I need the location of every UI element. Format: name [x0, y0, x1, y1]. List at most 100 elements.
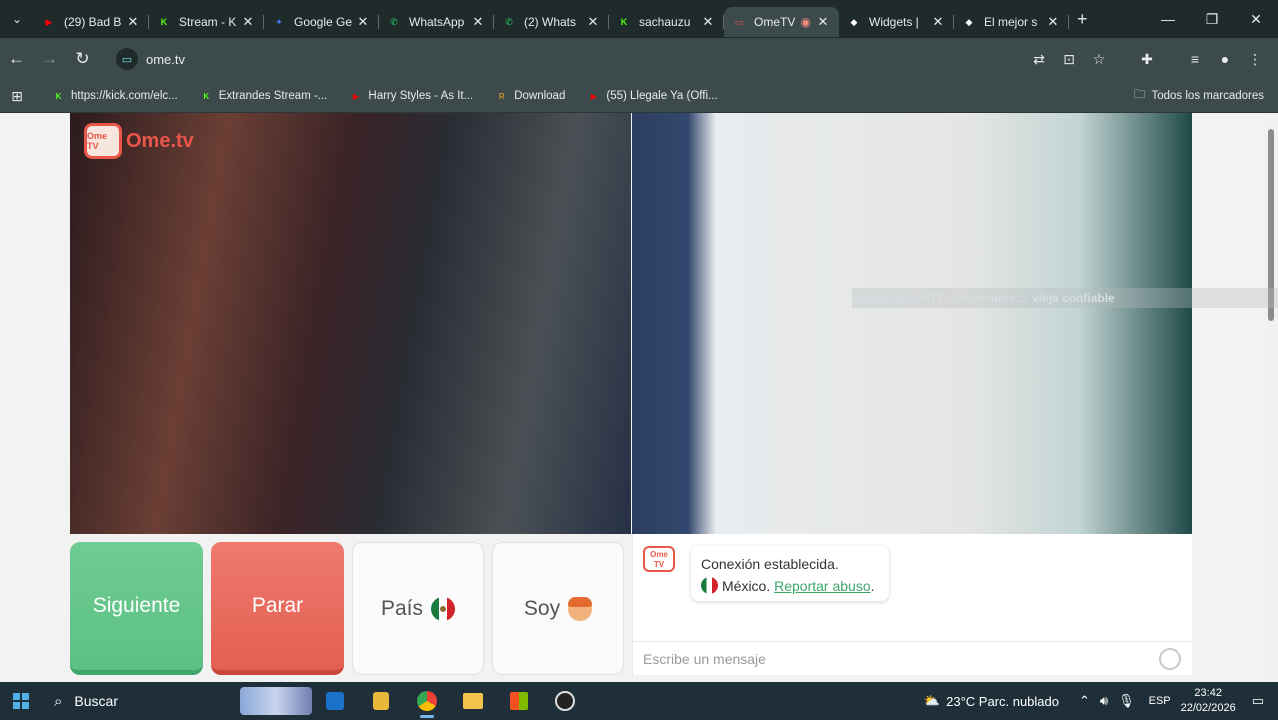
browser-tab[interactable]: ✦ Google Ge ✕	[264, 7, 379, 37]
report-abuse-link[interactable]: Reportar abuso	[774, 578, 871, 594]
obs-icon[interactable]	[542, 682, 588, 720]
bookmark-item[interactable]: R Download	[495, 90, 566, 103]
close-window-button[interactable]: ✕	[1234, 0, 1278, 38]
emoji-icon[interactable]	[1159, 648, 1181, 670]
browser-tab[interactable]: ◆ El mejor s ✕	[954, 7, 1069, 37]
chevron-up-icon[interactable]: ⌃	[1079, 693, 1090, 709]
mexico-flag-icon	[701, 577, 718, 594]
gender-button[interactable]: Soy	[492, 542, 624, 675]
volume-icon[interactable]: 🔊︎	[1100, 693, 1108, 709]
language-indicator[interactable]: ESP	[1149, 695, 1171, 707]
clock[interactable]: 23:42 22/02/2026	[1181, 686, 1236, 716]
bookmark-item[interactable]: K Extrandes Stream -...	[200, 90, 328, 103]
partner-country: México. Reportar abuso.	[701, 575, 879, 597]
bookmarks-list: Khttps://kick.com/elc... K Extrandes Strea…	[52, 90, 740, 103]
next-button[interactable]: Siguiente	[70, 542, 203, 675]
minimize-button[interactable]: —	[1146, 0, 1190, 38]
close-tab-icon[interactable]: ✕	[125, 14, 141, 30]
bookmark-item[interactable]: ▶ (55) Llegale Ya (Offi...	[587, 90, 718, 103]
new-tab-button[interactable]: +	[1077, 9, 1088, 30]
bookmark-label: Download	[514, 90, 566, 102]
close-tab-icon[interactable]: ✕	[240, 14, 256, 30]
outlook-icon[interactable]	[312, 682, 358, 720]
close-tab-icon[interactable]: ✕	[815, 14, 831, 30]
chat-panel: Ome TV Conexión establecida. México. Repo…	[632, 534, 1193, 675]
browser-tab[interactable]: ▭ OmeTV ◉ ✕	[724, 7, 839, 37]
bookmark-item[interactable]: ▶ Harry Styles - As It...	[349, 90, 473, 103]
taskbar-search[interactable]: ⌕ Buscar	[42, 682, 312, 720]
stop-button[interactable]: Parar	[211, 542, 344, 675]
country-button[interactable]: País	[352, 542, 484, 675]
browser-tab[interactable]: K Stream - K ✕	[149, 7, 264, 37]
next-button-label: Siguiente	[92, 594, 181, 617]
bookmark-favicon-icon: K	[203, 91, 210, 101]
bookmarks-bar: ⊞ Khttps://kick.com/elc... K Extrandes Str…	[0, 80, 1278, 113]
close-tab-icon[interactable]: ✕	[700, 14, 716, 30]
tab-favicon-icon: ✦	[275, 16, 283, 27]
bookmark-favicon-icon: ▶	[590, 91, 597, 101]
close-tab-icon[interactable]: ✕	[470, 14, 486, 30]
tab-title: Stream - K	[179, 15, 237, 29]
mexico-flag-icon	[431, 596, 456, 621]
gender-button-label: Soy	[523, 596, 561, 620]
windows-logo-icon	[13, 693, 29, 709]
microsoft-store-icon[interactable]	[496, 682, 542, 720]
page-scrollbar[interactable]	[1264, 113, 1278, 682]
notifications-icon[interactable]: ▭	[1252, 693, 1264, 709]
browser-tab[interactable]: ▶ (29) Bad B ✕	[34, 7, 149, 37]
extensions-icon[interactable]: ✚	[1132, 51, 1162, 68]
bookmark-item[interactable]: Khttps://kick.com/elc...	[52, 90, 178, 103]
tab-search-button[interactable]: ⌄	[0, 0, 34, 38]
menu-icon[interactable]: ⋮	[1240, 51, 1270, 68]
restore-button[interactable]: ❐	[1190, 0, 1234, 38]
apps-grid-icon[interactable]: ⊞	[0, 88, 34, 105]
close-tab-icon[interactable]: ✕	[930, 14, 946, 30]
tab-favicon-icon: K	[160, 17, 168, 27]
toolbar-actions: ⇄ ⊡ ☆ ✚ ≡ ● ⋮	[1024, 38, 1270, 80]
chrome-icon[interactable]	[404, 682, 450, 720]
reload-button[interactable]: ↻	[66, 49, 99, 69]
country-button-label: País	[380, 596, 424, 620]
browser-tab[interactable]: Ksachauzu ✕	[609, 7, 724, 37]
tab-favicon-icon: ◆	[850, 16, 858, 27]
translate-icon[interactable]: ⇄	[1024, 51, 1054, 68]
medal-app-icon[interactable]	[358, 682, 404, 720]
windows-taskbar: ⌕ Buscar ⛅ 23°C Parc. nublado ⌃ 🔊︎ 🎙︎ ES…	[0, 682, 1278, 720]
star-bookmark-icon[interactable]: ☆	[1084, 51, 1114, 68]
address-bar[interactable]: ▭ ome.tv	[106, 42, 986, 76]
logo-box-text: Ome TV	[87, 131, 108, 151]
overlay-text: DanielinaGodYT : !musculos ... vieja con…	[852, 291, 1115, 305]
message-input[interactable]: Escribe un mensaje	[633, 641, 1193, 675]
start-button[interactable]	[0, 682, 42, 720]
forward-button[interactable]: →	[33, 49, 66, 69]
close-tab-icon[interactable]: ✕	[585, 14, 601, 30]
tabs-container: ▶ (29) Bad B ✕ K Stream - K ✕ ✦ Google Ge ✕ ✆ What…	[34, 1, 1069, 37]
all-bookmarks-button[interactable]: 🗀 Todos los marcadores	[1134, 80, 1264, 112]
close-tab-icon[interactable]: ✕	[1045, 14, 1061, 30]
browser-tab[interactable]: ✆ (2) Whats ✕	[494, 7, 609, 37]
media-control-icon[interactable]: ≡	[1180, 51, 1210, 67]
microphone-icon[interactable]: 🎙︎	[1118, 693, 1135, 709]
local-video	[632, 113, 1192, 534]
ometv-logo: Ome TV Ome.tv	[84, 123, 194, 159]
file-explorer-icon[interactable]	[450, 682, 496, 720]
stop-button-label: Parar	[251, 594, 304, 617]
site-info-icon[interactable]: ▭	[116, 48, 138, 70]
tab-title: WhatsApp	[409, 15, 465, 29]
bookmark-label: Extrandes Stream -...	[218, 90, 328, 102]
url-text: ome.tv	[146, 51, 186, 67]
back-button[interactable]: ←	[0, 49, 33, 69]
profile-avatar[interactable]: ●	[1210, 51, 1240, 67]
tab-title: (2) Whats	[524, 15, 577, 29]
close-tab-icon[interactable]: ✕	[355, 14, 371, 30]
install-app-icon[interactable]: ⊡	[1054, 51, 1084, 68]
control-buttons: Siguiente Parar País Soy	[70, 542, 624, 675]
window-controls: — ❐ ✕	[1146, 0, 1278, 38]
browser-tab[interactable]: ◆ Widgets | ✕	[839, 7, 954, 37]
tab-separator	[1068, 15, 1069, 29]
weather-text[interactable]: 23°C Parc. nublado	[946, 694, 1059, 709]
weather-icon[interactable]: ⛅	[924, 693, 940, 709]
tab-favicon-icon: ◆	[965, 16, 973, 27]
clock-time: 23:42	[1194, 687, 1222, 699]
browser-tab[interactable]: ✆ WhatsApp ✕	[379, 7, 494, 37]
